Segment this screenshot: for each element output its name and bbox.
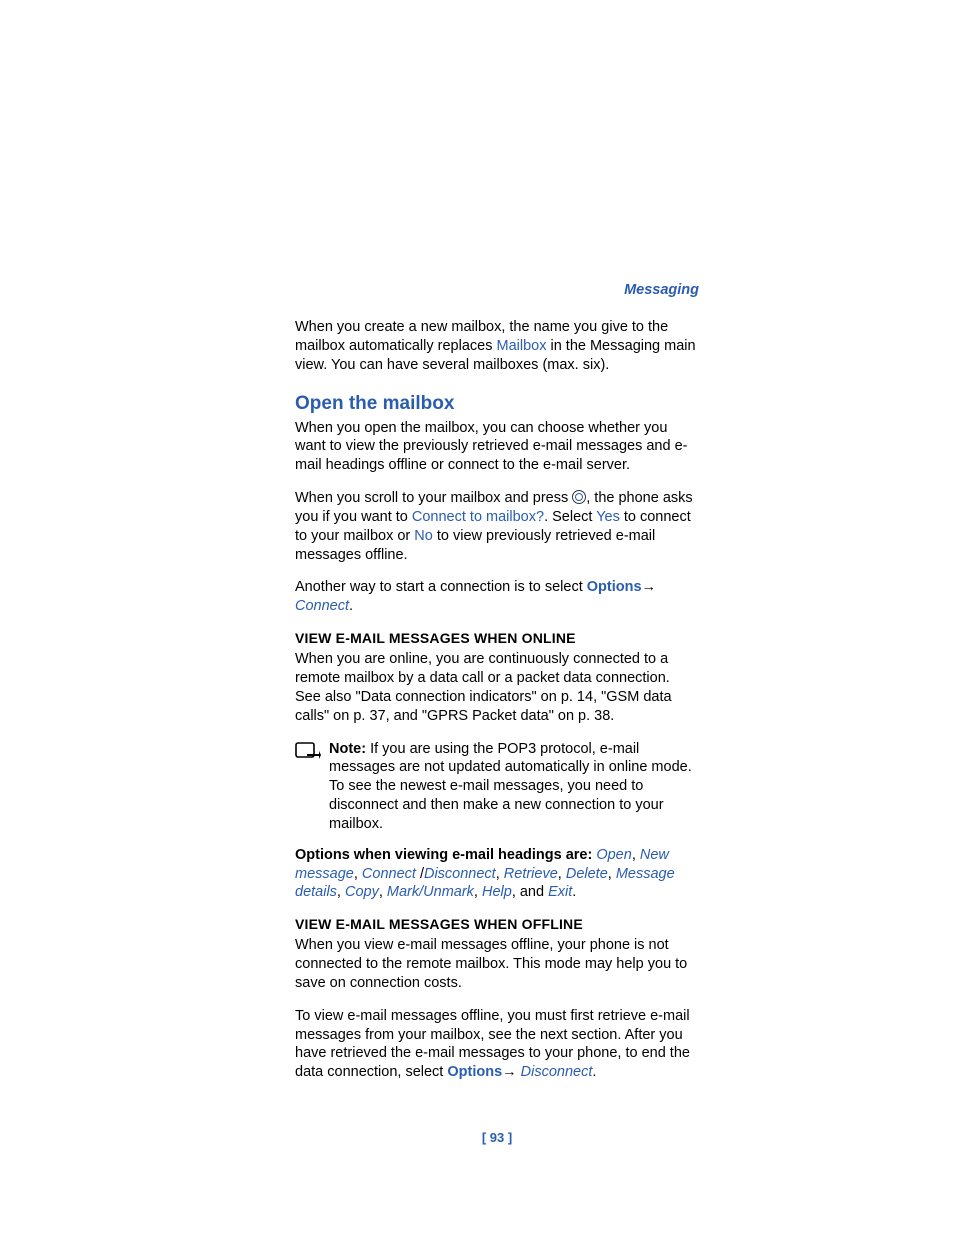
sep: / xyxy=(416,866,424,882)
opt-help[interactable]: Help xyxy=(482,884,512,900)
online-p1: When you are online, you are continuousl… xyxy=(295,650,699,725)
sep: , and xyxy=(512,884,548,900)
sep: , xyxy=(496,866,504,882)
sep: , xyxy=(558,866,566,882)
open-p3b: . xyxy=(349,598,353,614)
offline-p2: To view e-mail messages offline, you mus… xyxy=(295,1007,699,1082)
options-lead: Options when viewing e-mail headings are… xyxy=(295,847,596,863)
connect-option[interactable]: Connect xyxy=(295,598,349,614)
opt-open[interactable]: Open xyxy=(596,847,631,863)
arrow-icon: → xyxy=(502,1064,521,1080)
sep: , xyxy=(474,884,482,900)
options-list-paragraph: Options when viewing e-mail headings are… xyxy=(295,846,699,903)
connect-to-mailbox-prompt: Connect to mailbox? xyxy=(412,509,544,525)
offline-p1: When you view e-mail messages offline, y… xyxy=(295,936,699,993)
section-title-open-mailbox: Open the mailbox xyxy=(295,393,699,415)
note-icon xyxy=(295,740,329,769)
opt-delete[interactable]: Delete xyxy=(566,866,608,882)
sep: , xyxy=(608,866,616,882)
sep: , xyxy=(354,866,362,882)
subhead-offline: VIEW E-MAIL MESSAGES WHEN OFFLINE xyxy=(295,916,699,932)
note-block: Note: If you are using the POP3 protocol… xyxy=(295,740,699,834)
scroll-key-icon xyxy=(572,490,586,504)
yes-option[interactable]: Yes xyxy=(596,509,620,525)
page-number: [ 93 ] xyxy=(295,1130,699,1145)
open-p2a: When you scroll to your mailbox and pres… xyxy=(295,490,572,506)
breadcrumb[interactable]: Messaging xyxy=(295,282,699,298)
opt-connect[interactable]: Connect xyxy=(362,866,416,882)
offline-p2b: . xyxy=(592,1064,596,1080)
no-option[interactable]: No xyxy=(414,528,433,544)
mailbox-term-link[interactable]: Mailbox xyxy=(496,338,546,354)
open-p1: When you open the mailbox, you can choos… xyxy=(295,419,699,476)
opt-disconnect[interactable]: Disconnect xyxy=(424,866,496,882)
opt-retrieve[interactable]: Retrieve xyxy=(504,866,558,882)
opt-copy[interactable]: Copy xyxy=(345,884,379,900)
open-p3: Another way to start a connection is to … xyxy=(295,578,699,616)
sep: , xyxy=(632,847,640,863)
note-text: Note: If you are using the POP3 protocol… xyxy=(329,740,699,834)
disconnect-option[interactable]: Disconnect xyxy=(521,1064,593,1080)
options-softkey[interactable]: Options xyxy=(587,579,642,595)
document-page: Messaging When you create a new mailbox,… xyxy=(0,0,954,1205)
opt-mark-unmark[interactable]: Mark/Unmark xyxy=(387,884,474,900)
open-p3a: Another way to start a connection is to … xyxy=(295,579,587,595)
intro-paragraph: When you create a new mailbox, the name … xyxy=(295,318,699,375)
arrow-icon: → xyxy=(642,579,657,595)
sep: , xyxy=(379,884,387,900)
opt-exit[interactable]: Exit xyxy=(548,884,572,900)
options-softkey-2[interactable]: Options xyxy=(447,1064,502,1080)
subhead-online: VIEW E-MAIL MESSAGES WHEN ONLINE xyxy=(295,630,699,646)
sep: . xyxy=(572,884,576,900)
note-label: Note: xyxy=(329,741,366,757)
sep: , xyxy=(337,884,345,900)
open-p2: When you scroll to your mailbox and pres… xyxy=(295,489,699,564)
note-body: If you are using the POP3 protocol, e-ma… xyxy=(329,741,692,832)
open-p2c: . Select xyxy=(544,509,596,525)
